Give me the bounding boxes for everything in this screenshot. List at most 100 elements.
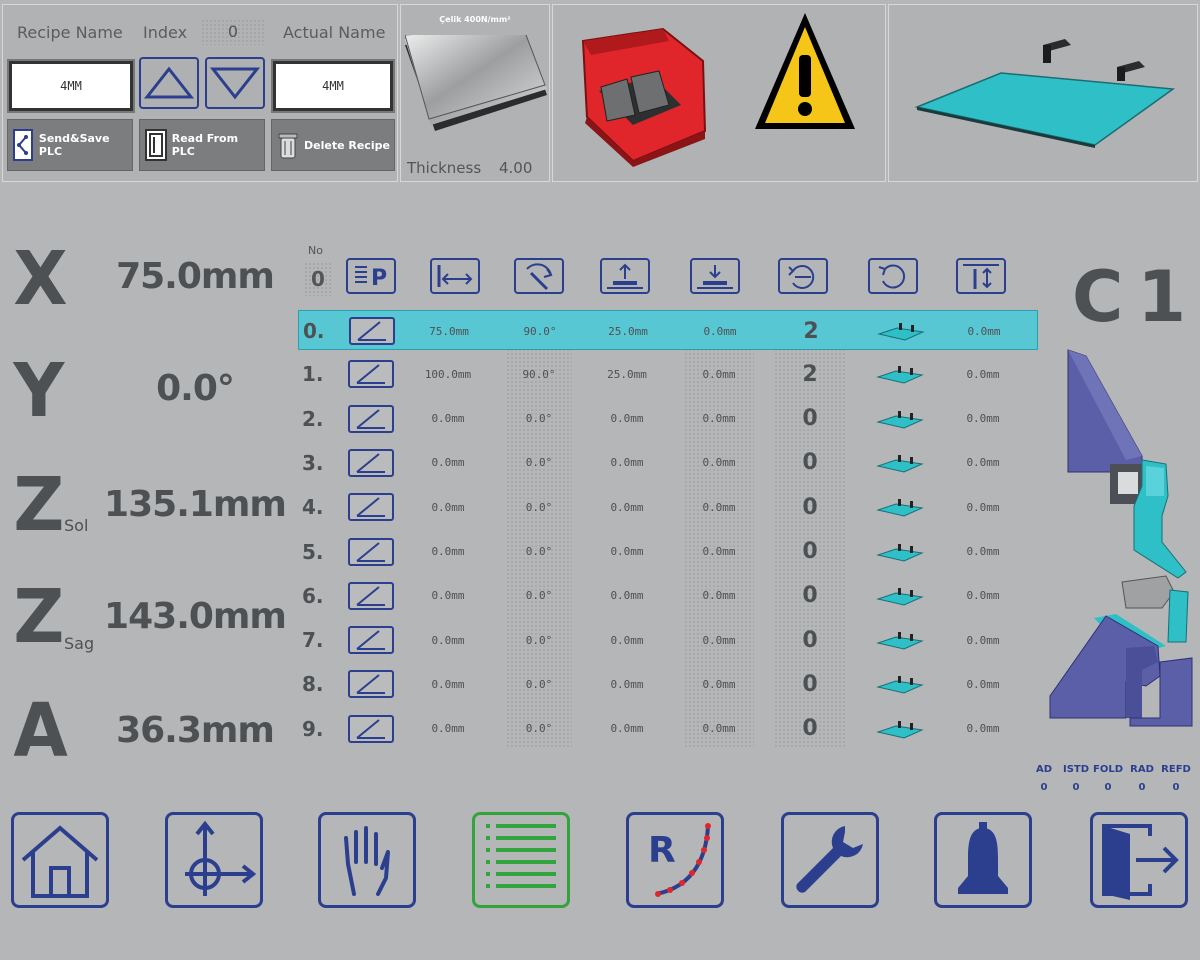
cell-rot[interactable]: 0 [774,664,846,704]
table-row[interactable]: 8. 0.0mm 0.0° 0.0mm 0.0mm 0 0.0mm [298,664,1038,704]
bend-type-cell[interactable] [346,399,396,439]
bend-type-cell[interactable] [346,487,396,527]
cell-down[interactable]: 0.0mm [684,576,754,616]
table-row[interactable]: 5. 0.0mm 0.0° 0.0mm 0.0mm 0 0.0mm [298,532,1038,572]
cell-x[interactable]: 0.0mm [398,443,498,483]
cell-rot[interactable]: 0 [774,532,846,572]
cell-x[interactable]: 0.0mm [398,487,498,527]
header-turn-col [868,258,918,294]
send-save-plc-button[interactable]: Send&Save PLC [7,119,133,171]
turn-part-icon [878,264,906,289]
cell-up[interactable]: 25.0mm [584,354,670,394]
cell-angle[interactable]: 90.0° [506,354,572,394]
cell-up[interactable]: 0.0mm [584,399,670,439]
index-down-button[interactable] [205,57,265,109]
cell-angle[interactable]: 0.0° [506,620,572,660]
bend-type-cell[interactable] [346,664,396,704]
cell-last[interactable]: 0.0mm [938,576,1028,616]
cell-x[interactable]: 100.0mm [398,354,498,394]
radius-button[interactable]: R [626,812,724,908]
bend-type-cell[interactable] [346,532,396,572]
table-row[interactable]: 7. 0.0mm 0.0° 0.0mm 0.0mm 0 0.0mm [298,620,1038,660]
axis-button[interactable] [165,812,263,908]
cell-last[interactable]: 0.0mm [938,532,1028,572]
bend-type-cell[interactable] [346,620,396,660]
index-up-button[interactable] [139,57,199,109]
cell-x[interactable]: 0.0mm [398,709,498,749]
cell-down[interactable]: 0.0mm [685,311,755,351]
table-row[interactable]: 2. 0.0mm 0.0° 0.0mm 0.0mm 0 0.0mm [298,399,1038,439]
table-row[interactable]: 0. 75.0mm 90.0° 25.0mm 0.0mm 2 0.0mm [298,310,1038,350]
cell-down[interactable]: 0.0mm [684,399,754,439]
triangle-up-icon [143,66,195,99]
cell-x[interactable]: 0.0mm [398,620,498,660]
cell-up[interactable]: 0.0mm [584,443,670,483]
cell-angle[interactable]: 0.0° [506,399,572,439]
cell-last[interactable]: 0.0mm [938,399,1028,439]
material-panel[interactable]: Çelik 400N/mm² Thickness 4.00 [400,4,550,182]
cell-last[interactable]: 0.0mm [939,311,1029,351]
cell-x[interactable]: 0.0mm [398,576,498,616]
manual-button[interactable] [318,812,416,908]
exit-button[interactable] [1090,812,1188,908]
cell-down[interactable]: 0.0mm [684,487,754,527]
cell-angle[interactable]: 0.0° [506,532,572,572]
cell-rot[interactable]: 0 [774,487,846,527]
cell-down[interactable]: 0.0mm [684,532,754,572]
cell-last[interactable]: 0.0mm [938,354,1028,394]
cell-down[interactable]: 0.0mm [684,443,754,483]
cell-down[interactable]: 0.0mm [684,354,754,394]
cell-last[interactable]: 0.0mm [938,620,1028,660]
bend-type-cell[interactable] [346,576,396,616]
cell-angle[interactable]: 0.0° [506,576,572,616]
actual-name-field[interactable]: 4MM [271,59,395,113]
home-button[interactable] [11,812,109,908]
cell-x[interactable]: 75.0mm [399,311,499,351]
cell-rot[interactable]: 0 [774,620,846,660]
cell-down[interactable]: 0.0mm [684,664,754,704]
delete-recipe-button[interactable]: Delete Recipe [271,119,395,171]
alarm-button[interactable] [934,812,1032,908]
table-row[interactable]: 4. 0.0mm 0.0° 0.0mm 0.0mm 0 0.0mm [298,487,1038,527]
recipe-name-field[interactable]: 4MM [7,59,135,113]
cell-angle[interactable]: 0.0° [506,443,572,483]
cell-down[interactable]: 0.0mm [684,709,754,749]
cell-up[interactable]: 0.0mm [584,576,670,616]
program-list-button[interactable] [472,812,570,908]
cell-up[interactable]: 0.0mm [584,620,670,660]
cell-rot[interactable]: 0 [774,443,846,483]
cell-last[interactable]: 0.0mm [938,709,1028,749]
read-from-plc-button[interactable]: Read From PLC [139,119,265,171]
cell-rot[interactable]: 0 [774,709,846,749]
cell-x[interactable]: 0.0mm [398,399,498,439]
cell-last[interactable]: 0.0mm [938,664,1028,704]
cell-x[interactable]: 0.0mm [398,664,498,704]
bend-type-cell[interactable] [346,354,396,394]
cell-rot[interactable]: 0 [774,399,846,439]
cell-rot[interactable]: 0 [774,576,846,616]
cell-angle[interactable]: 0.0° [506,709,572,749]
cell-rot[interactable]: 2 [775,311,847,351]
table-row[interactable]: 1. 100.0mm 90.0° 25.0mm 0.0mm 2 0.0mm [298,354,1038,394]
cell-up[interactable]: 0.0mm [584,532,670,572]
table-row[interactable]: 6. 0.0mm 0.0° 0.0mm 0.0mm 0 0.0mm [298,576,1038,616]
table-row[interactable]: 9. 0.0mm 0.0° 0.0mm 0.0mm 0 0.0mm [298,709,1038,749]
cell-up[interactable]: 0.0mm [584,709,670,749]
bend-type-cell[interactable] [346,709,396,749]
cell-angle[interactable]: 0.0° [506,664,572,704]
bend-type-cell[interactable] [347,311,397,351]
cell-angle[interactable]: 0.0° [506,487,572,527]
cell-rot[interactable]: 2 [774,354,846,394]
cell-up[interactable]: 0.0mm [584,487,670,527]
cell-x[interactable]: 0.0mm [398,532,498,572]
cell-down[interactable]: 0.0mm [684,620,754,660]
cell-last[interactable]: 0.0mm [938,443,1028,483]
table-row[interactable]: 3. 0.0mm 0.0° 0.0mm 0.0mm 0 0.0mm [298,443,1038,483]
bend-type-icon [348,360,394,389]
cell-last[interactable]: 0.0mm [938,487,1028,527]
cell-up[interactable]: 0.0mm [584,664,670,704]
bend-type-cell[interactable] [346,443,396,483]
cell-up[interactable]: 25.0mm [585,311,671,351]
cell-angle[interactable]: 90.0° [507,311,573,351]
settings-button[interactable] [781,812,879,908]
